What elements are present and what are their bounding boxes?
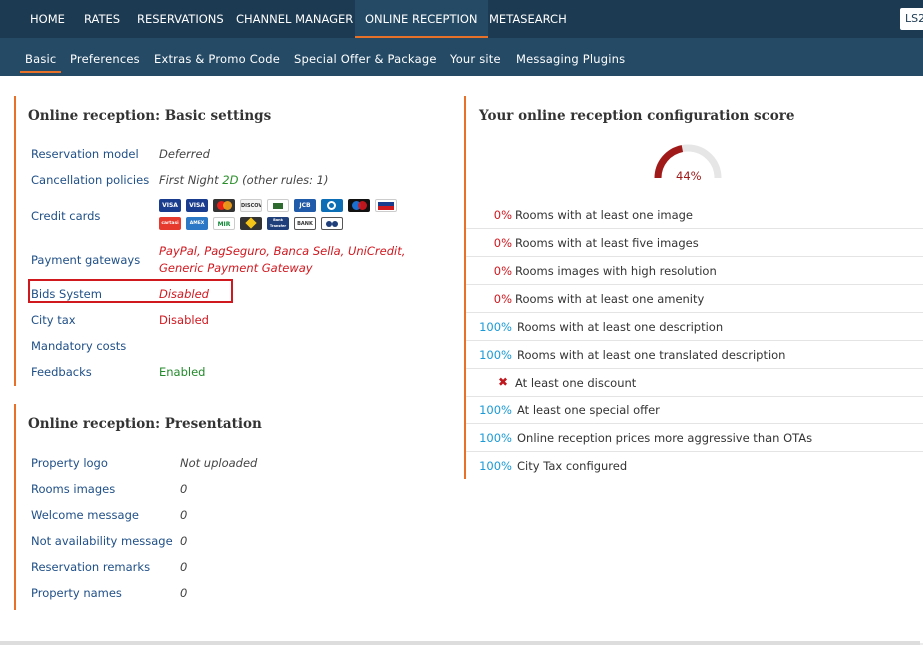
property-logo-link[interactable]: Property logo bbox=[31, 456, 108, 470]
score-row-text: Rooms images with high resolution bbox=[515, 264, 717, 278]
postepay-icon bbox=[375, 199, 397, 212]
main-content: Online reception: Basic settings Reserva… bbox=[0, 76, 923, 643]
sub-nav: Basic Preferences Extras & Promo Code Sp… bbox=[0, 38, 923, 76]
score-row-pct: 0% bbox=[493, 208, 512, 222]
diners-icon bbox=[321, 199, 343, 212]
cancellation-days: 2D bbox=[222, 173, 239, 187]
not-availability-message-value: 0 bbox=[180, 534, 188, 548]
credit-cards-link[interactable]: Credit cards bbox=[31, 209, 100, 223]
reservation-model-link[interactable]: Reservation model bbox=[31, 147, 139, 161]
score-value: 44% bbox=[676, 169, 702, 183]
payment-gateways-link[interactable]: Payment gateways bbox=[31, 253, 140, 267]
property-names-link[interactable]: Property names bbox=[31, 586, 122, 600]
cancellation-other-rules: (other rules: 1) bbox=[242, 173, 329, 187]
score-row-text: Rooms with at least one description bbox=[517, 320, 724, 334]
tab-special-offer-package[interactable]: Special Offer & Package bbox=[294, 38, 437, 76]
nav-metasearch[interactable]: METASEARCH bbox=[489, 0, 567, 38]
score-row-pct: 100% bbox=[479, 431, 512, 445]
score-row-pct: 100% bbox=[479, 348, 512, 362]
score-row: 100% Online reception prices more aggres… bbox=[466, 424, 923, 452]
feedbacks-link[interactable]: Feedbacks bbox=[31, 365, 92, 379]
score-row-pct: 100% bbox=[479, 459, 512, 473]
city-tax-value: Disabled bbox=[159, 313, 209, 327]
mir-icon: MIR bbox=[213, 217, 235, 230]
feedbacks-value: Enabled bbox=[159, 365, 206, 379]
payment-gateways-value-cont: Generic Payment Gateway bbox=[159, 261, 313, 275]
presentation-panel bbox=[14, 404, 454, 610]
reservation-remarks-value: 0 bbox=[180, 560, 188, 574]
score-row: 100% City Tax configured bbox=[466, 452, 923, 480]
cancellation-policies-value: First Night 2D (other rules: 1) bbox=[159, 173, 328, 187]
welcome-message-link[interactable]: Welcome message bbox=[31, 508, 139, 522]
score-row-text: Rooms with at least one amenity bbox=[515, 292, 705, 306]
payment-gateways-value: PayPal, PagSeguro, Banca Sella, UniCredi… bbox=[159, 244, 406, 258]
score-row: 100% At least one special offer bbox=[466, 396, 923, 424]
score-row: 0% Rooms with at least one image bbox=[466, 201, 923, 229]
property-names-value: 0 bbox=[180, 586, 188, 600]
card-icon bbox=[240, 217, 262, 230]
rooms-images-link[interactable]: Rooms images bbox=[31, 482, 115, 496]
tab-basic[interactable]: Basic bbox=[20, 38, 62, 73]
card-icon bbox=[321, 217, 343, 230]
score-row: 100% Rooms with at least one description bbox=[466, 313, 923, 341]
score-row-text: Rooms with at least five images bbox=[515, 236, 699, 250]
score-row-text: At least one discount bbox=[515, 376, 637, 390]
mandatory-costs-link[interactable]: Mandatory costs bbox=[31, 339, 126, 353]
basic-settings-title: Online reception: Basic settings bbox=[28, 108, 272, 124]
tab-your-site[interactable]: Your site bbox=[450, 38, 501, 76]
score-title: Your online reception configuration scor… bbox=[479, 108, 795, 124]
score-row: 0% Rooms with at least five images bbox=[466, 229, 923, 257]
bids-system-value: Disabled bbox=[159, 287, 209, 301]
nav-rates[interactable]: RATES bbox=[84, 0, 120, 38]
top-nav: HOME RATES RESERVATIONS CHANNEL MANAGER … bbox=[0, 0, 923, 38]
cancellation-first-night: First Night bbox=[159, 173, 219, 187]
score-row-text: Rooms with at least one translated descr… bbox=[517, 348, 786, 362]
cartasi-icon: cartasi bbox=[159, 217, 181, 230]
score-row-pct: 0% bbox=[493, 292, 512, 306]
discover-icon: DISCOVER bbox=[240, 199, 262, 212]
score-row-pct: 0% bbox=[493, 264, 512, 278]
jcb-icon: JCB bbox=[294, 199, 316, 212]
amex-icon: AMEX bbox=[186, 217, 208, 230]
welcome-message-value: 0 bbox=[180, 508, 188, 522]
score-row: 0% Rooms images with high resolution bbox=[466, 257, 923, 285]
bank-transfer-icon: Bank Transfer bbox=[267, 217, 289, 230]
not-availability-message-link[interactable]: Not availability message bbox=[31, 534, 173, 548]
page-footer-border bbox=[0, 641, 920, 645]
nav-online-reception[interactable]: ONLINE RECEPTION bbox=[355, 0, 488, 38]
score-row-pct: 100% bbox=[479, 403, 512, 417]
bids-system-link[interactable]: Bids System bbox=[31, 287, 102, 301]
presentation-title: Online reception: Presentation bbox=[28, 416, 262, 432]
rooms-images-value: 0 bbox=[180, 482, 188, 496]
city-tax-link[interactable]: City tax bbox=[31, 313, 76, 327]
tab-messaging-plugins[interactable]: Messaging Plugins bbox=[516, 38, 625, 76]
tab-preferences[interactable]: Preferences bbox=[70, 38, 140, 76]
maestro-icon bbox=[348, 199, 370, 212]
account-button[interactable]: LS2 bbox=[900, 8, 923, 30]
score-row-pct: 0% bbox=[493, 236, 512, 250]
score-row-text: Online reception prices more aggressive … bbox=[517, 431, 813, 445]
reservation-remarks-link[interactable]: Reservation remarks bbox=[31, 560, 150, 574]
x-mark-icon: ✖ bbox=[498, 375, 509, 389]
cancellation-policies-link[interactable]: Cancellation policies bbox=[31, 173, 149, 187]
score-row-text: Rooms with at least one image bbox=[515, 208, 694, 222]
tab-extras-promo-code[interactable]: Extras & Promo Code bbox=[154, 38, 280, 76]
score-row-pct: 100% bbox=[479, 320, 512, 334]
nav-channel-manager[interactable]: CHANNEL MANAGER bbox=[236, 0, 353, 38]
bank-icon: BANK bbox=[294, 217, 316, 230]
reservation-model-value: Deferred bbox=[159, 147, 210, 161]
card-icon bbox=[267, 199, 289, 212]
score-row-text: City Tax configured bbox=[517, 459, 628, 473]
nav-reservations[interactable]: RESERVATIONS bbox=[137, 0, 224, 38]
score-row: ✖ At least one discount bbox=[466, 369, 923, 397]
visa-icon: VISA bbox=[186, 199, 208, 212]
score-row: 0% Rooms with at least one amenity bbox=[466, 285, 923, 313]
mastercard-icon bbox=[213, 199, 235, 212]
visa-icon: VISA bbox=[159, 199, 181, 212]
property-logo-value: Not uploaded bbox=[180, 456, 258, 470]
score-row-text: At least one special offer bbox=[517, 403, 660, 417]
nav-home[interactable]: HOME bbox=[30, 0, 65, 38]
score-row: 100% Rooms with at least one translated … bbox=[466, 341, 923, 369]
